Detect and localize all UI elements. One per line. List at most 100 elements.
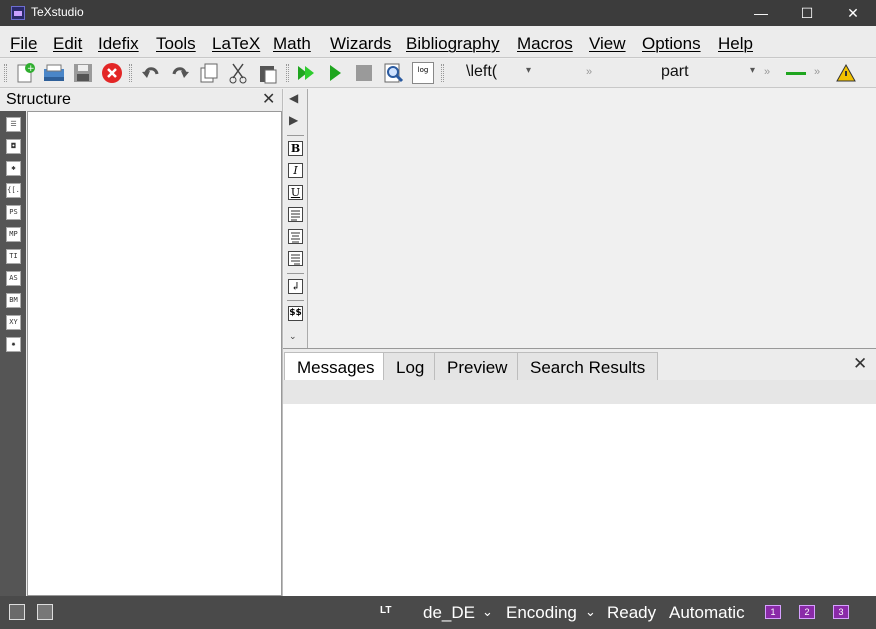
menu-idefix[interactable]: Idefix (98, 34, 139, 54)
save-icon[interactable] (72, 62, 94, 84)
paste-icon[interactable] (257, 62, 279, 84)
menu-math[interactable]: Math (273, 34, 311, 54)
tab-preview[interactable]: Preview (434, 352, 521, 380)
minimize-button[interactable]: — (738, 0, 784, 26)
toolbar-grip[interactable] (441, 64, 444, 82)
menu-wizards[interactable]: Wizards (330, 34, 391, 54)
encoding-dropdown-icon[interactable]: ⌄ (585, 604, 596, 620)
more-tools-icon[interactable]: ⌄ (289, 331, 297, 342)
new-file-icon[interactable]: + (14, 62, 36, 84)
menu-options[interactable]: Options (642, 34, 701, 54)
menu-bar: File Edit Idefix Tools LaTeX Math Wizard… (0, 26, 876, 58)
status-mode[interactable]: Automatic (669, 603, 745, 623)
menu-file[interactable]: File (10, 34, 37, 54)
tab-messages[interactable]: Messages (284, 352, 388, 380)
warning-icon[interactable] (835, 62, 857, 84)
operators-icon[interactable]: ✱ (6, 161, 21, 176)
pstricks-icon[interactable]: PS (6, 205, 21, 220)
delimiters-icon[interactable]: {[. (6, 183, 21, 198)
redo-icon[interactable] (169, 62, 191, 84)
xymatrix-icon[interactable]: XY (6, 315, 21, 330)
structure-tree[interactable] (27, 111, 282, 596)
menu-latex[interactable]: LaTeX (212, 34, 260, 54)
special-chars-icon[interactable]: ✹ (6, 337, 21, 352)
tab-search-results[interactable]: Search Results (517, 352, 659, 380)
maximize-button[interactable]: ☐ (784, 0, 830, 26)
tab-log[interactable]: Log (383, 352, 438, 380)
status-text: Ready (607, 603, 657, 622)
metapost-icon[interactable]: MP (6, 227, 21, 242)
toolbar-grip[interactable] (286, 64, 289, 82)
section-combo[interactable]: part (661, 63, 689, 83)
build-view-icon[interactable] (295, 62, 317, 84)
back-arrow-icon[interactable]: ◀ (289, 91, 298, 105)
italic-button[interactable]: I (288, 163, 303, 178)
editor-area[interactable] (307, 89, 876, 348)
beamer-icon[interactable]: BM (6, 293, 21, 308)
structure-close-button[interactable]: ✕ (262, 89, 275, 109)
menu-help[interactable]: Help (718, 34, 753, 54)
forward-arrow-icon[interactable]: ▶ (289, 113, 298, 127)
structure-header: Structure ✕ (0, 89, 283, 111)
asymptote-icon[interactable]: AS (6, 271, 21, 286)
stop-icon[interactable] (353, 62, 375, 84)
tikz-icon[interactable]: TI (6, 249, 21, 264)
status-bar: LT de_DE ⌄ Encoding ⌄ Ready Automatic 1 … (0, 596, 876, 629)
title-bar: TeXstudio — ☐ ✕ (0, 0, 876, 26)
toolbar-grip[interactable] (4, 64, 7, 82)
toolbar-overflow-icon[interactable]: » (764, 66, 770, 78)
menu-edit[interactable]: Edit (53, 34, 82, 54)
toggle-structure-icon[interactable] (9, 604, 25, 620)
align-center-icon[interactable] (288, 229, 303, 244)
messages-area[interactable] (283, 404, 876, 596)
align-left-icon[interactable] (288, 207, 303, 222)
left-delimiter-dropdown-icon[interactable]: ▾ (526, 65, 531, 76)
log-icon[interactable]: log (412, 62, 434, 84)
bookmark-2-icon[interactable]: 2 (799, 605, 815, 619)
close-document-icon[interactable] (101, 62, 123, 84)
newline-button[interactable]: ↲ (288, 279, 303, 294)
align-right-icon[interactable] (288, 251, 303, 266)
view-icon[interactable] (382, 62, 404, 84)
structure-panel: Structure ✕ ☰ ◘ ✱ {[. PS MP TI AS BM XY … (0, 89, 283, 596)
editor-format-toolbar: ◀ ▶ B I U ↲ $$ ⌄ (284, 89, 307, 348)
left-delimiter-combo[interactable]: \left( (466, 63, 497, 83)
copy-icon[interactable] (198, 62, 220, 84)
messages-header-strip (283, 380, 876, 404)
bookmarks-icon[interactable]: ◘ (6, 139, 21, 154)
bottom-panel-close-button[interactable]: ✕ (853, 354, 867, 374)
bottom-panel-tabs: Messages Log Preview Search Results ✕ (283, 348, 876, 380)
toggle-messages-icon[interactable] (37, 604, 53, 620)
language-selector[interactable]: de_DE (423, 603, 475, 623)
structure-sidebar: ☰ ◘ ✱ {[. PS MP TI AS BM XY ✹ (0, 111, 26, 596)
toolbar-overflow-icon[interactable]: » (586, 66, 592, 78)
language-dropdown-icon[interactable]: ⌄ (482, 604, 493, 620)
menu-bibliography[interactable]: Bibliography (406, 34, 500, 54)
toolbar-separator (287, 300, 304, 301)
structure-title: Structure (6, 91, 71, 108)
menu-tools[interactable]: Tools (156, 34, 196, 54)
menu-view[interactable]: View (589, 34, 626, 54)
underline-button[interactable]: U (288, 185, 303, 200)
toolbar-overflow-icon[interactable]: » (814, 66, 820, 78)
svg-text:+: + (27, 64, 35, 74)
open-file-icon[interactable] (43, 62, 65, 84)
language-tool-icon[interactable]: LT (380, 605, 391, 616)
cut-icon[interactable] (227, 62, 249, 84)
toolbar-grip[interactable] (129, 64, 132, 82)
undo-icon[interactable] (140, 62, 162, 84)
math-mode-button[interactable]: $$ (288, 306, 303, 321)
section-dropdown-icon[interactable]: ▾ (750, 65, 755, 76)
bookmark-3-icon[interactable]: 3 (833, 605, 849, 619)
bookmark-1-icon[interactable]: 1 (765, 605, 781, 619)
bold-button[interactable]: B (288, 141, 303, 156)
format-icon[interactable] (785, 62, 807, 84)
close-window-button[interactable]: ✕ (830, 0, 876, 26)
compile-icon[interactable] (324, 62, 346, 84)
encoding-selector[interactable]: Encoding (506, 603, 577, 623)
menu-macros[interactable]: Macros (517, 34, 573, 54)
window-title: TeXstudio (31, 5, 84, 19)
texstudio-app-icon (11, 6, 25, 20)
main-toolbar: + log \left( ▾ » part ▾ » » (0, 59, 876, 88)
structure-view-icon[interactable]: ☰ (6, 117, 21, 132)
